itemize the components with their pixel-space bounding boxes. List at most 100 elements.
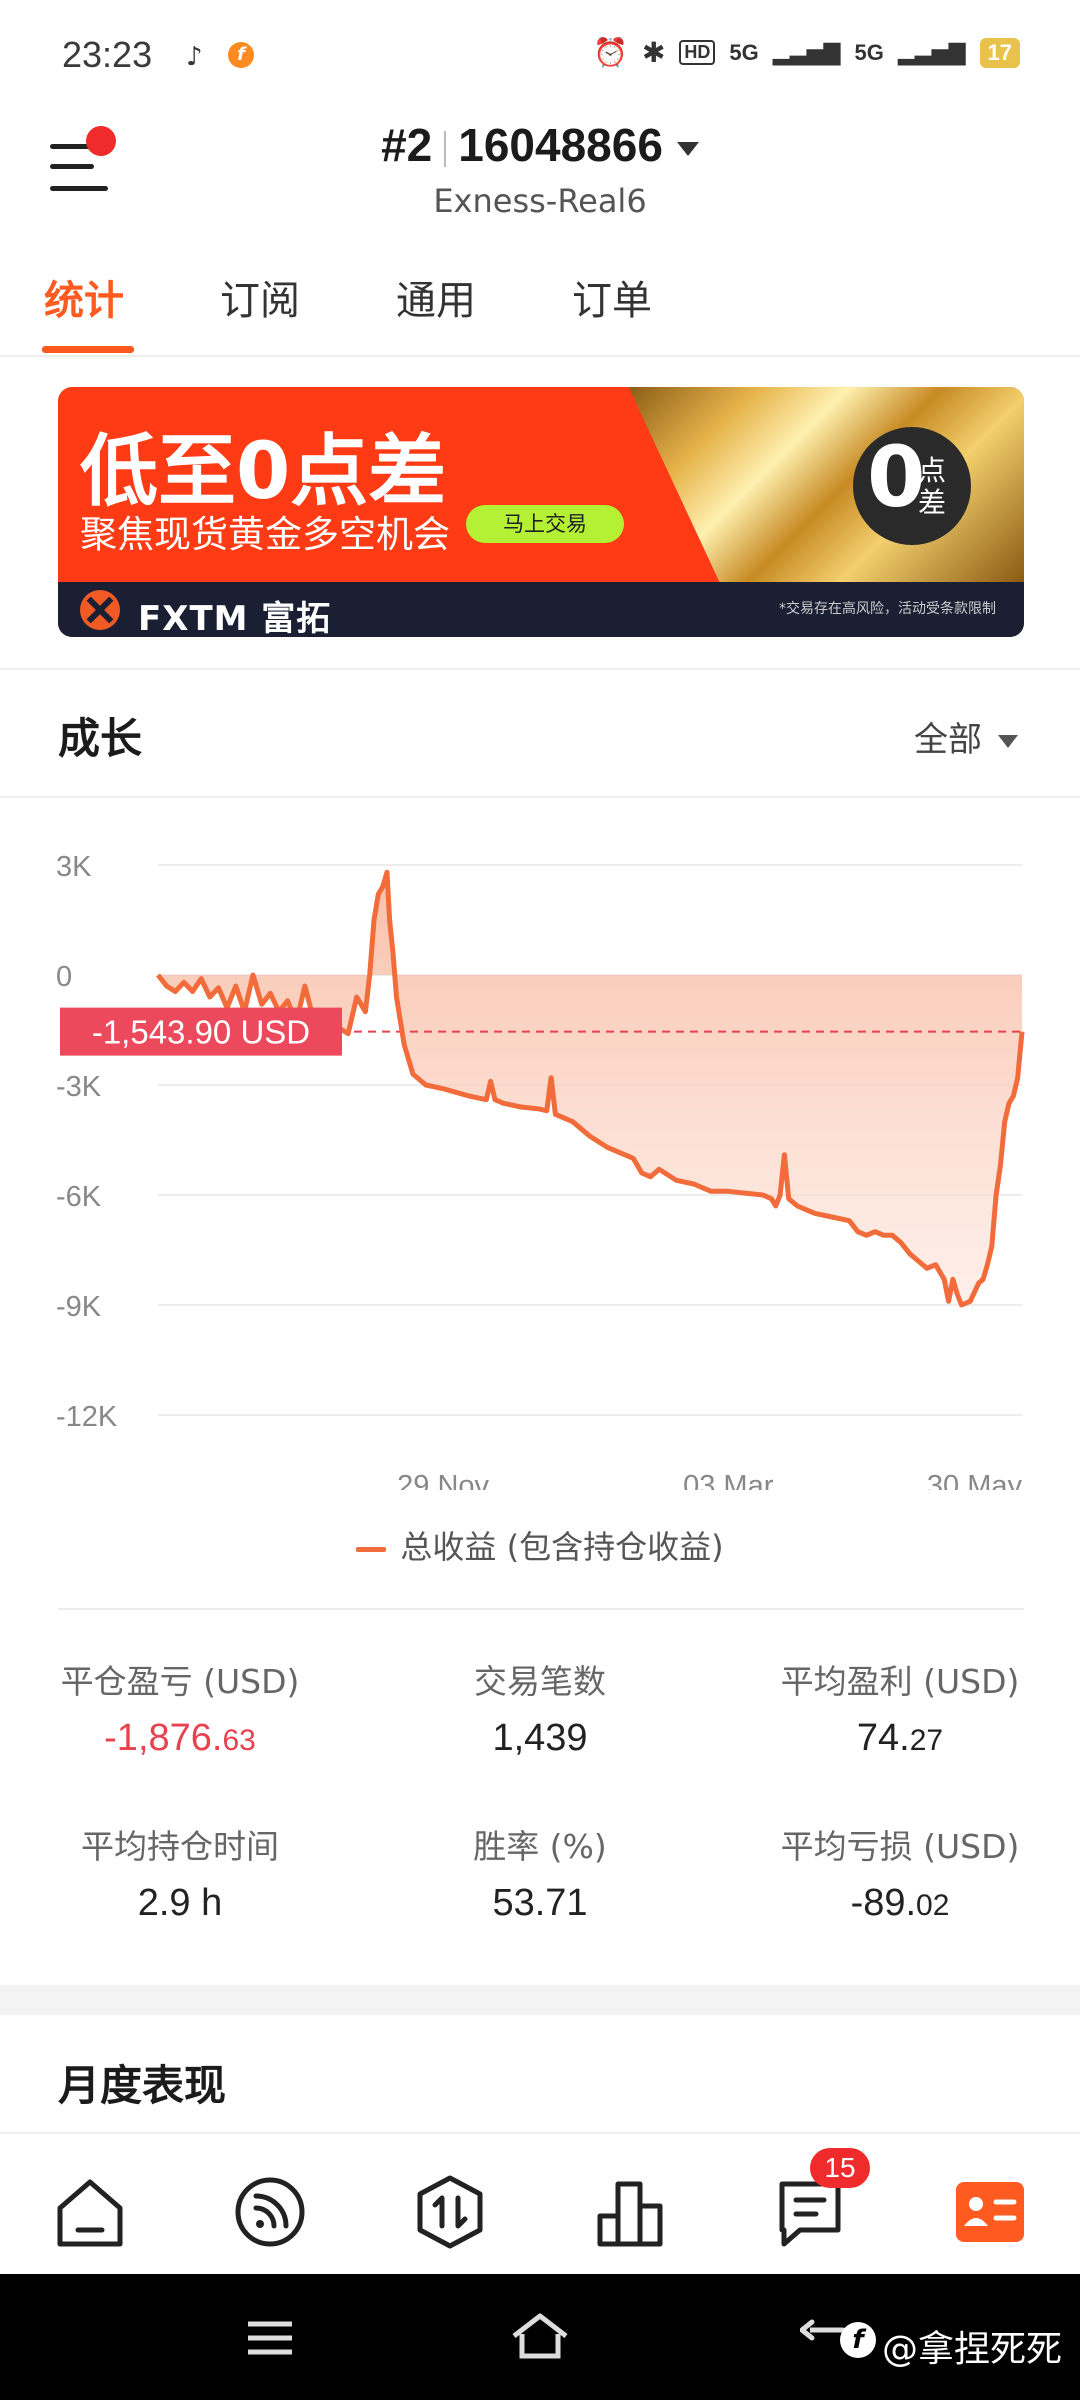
music-icon: ♪ bbox=[186, 42, 203, 72]
stat-win-rate: 胜率 (%) 53.71 bbox=[360, 1820, 720, 1925]
signal-icon: ▂▃▅▇ bbox=[897, 39, 966, 65]
tab-orders[interactable]: 订单 bbox=[572, 268, 652, 326]
feed-icon bbox=[235, 2177, 305, 2247]
divider bbox=[0, 668, 1080, 670]
tab-bar: 统计 订阅 通用 订单 bbox=[0, 268, 1080, 356]
app-f-icon: f bbox=[840, 2322, 876, 2358]
stat-label: 平均盈利 (USD) bbox=[780, 1662, 1020, 1701]
bluetooth-icon: ✱ bbox=[641, 37, 666, 68]
zero-spread-badge: 0 点差 bbox=[853, 427, 971, 545]
divider bbox=[0, 355, 1080, 357]
rank-icon bbox=[597, 2181, 663, 2247]
divider bbox=[58, 1608, 1024, 1610]
signal-icon: ▂▃▅▇ bbox=[772, 39, 841, 65]
alarm-icon: ⏰ bbox=[593, 37, 628, 68]
growth-filter-dropdown[interactable]: 全部 bbox=[914, 712, 1018, 761]
banner-subline: 聚焦现货黄金多空机会 bbox=[80, 513, 450, 556]
y-tick-label: -3K bbox=[56, 1071, 102, 1103]
bottom-nav: 15 bbox=[0, 2132, 1080, 2274]
growth-title: 成长 bbox=[58, 714, 143, 763]
stat-value: -89.02 bbox=[720, 1882, 1080, 1925]
network-label-2: 5G bbox=[854, 39, 884, 65]
nav-feed[interactable] bbox=[230, 2172, 310, 2252]
hd-icon: HD bbox=[679, 40, 716, 65]
banner-disclaimer: *交易存在高风险，活动受条款限制 bbox=[779, 601, 996, 617]
area-fill bbox=[158, 872, 1022, 1305]
chart-legend: 总收益 (包含持仓收益) bbox=[0, 1522, 1080, 1568]
x-tick-label: 30 May bbox=[927, 1470, 1023, 1490]
stat-value: 1,439 bbox=[360, 1717, 720, 1760]
stat-avg-hold-time: 平均持仓时间 2.9 h bbox=[0, 1820, 360, 1925]
home-button-icon[interactable] bbox=[510, 2312, 570, 2362]
stat-label: 交易笔数 bbox=[474, 1662, 606, 1701]
stat-value: 74.27 bbox=[720, 1717, 1080, 1760]
y-tick-label: -6K bbox=[56, 1181, 102, 1213]
growth-chart[interactable]: 3K 0 -3K -6K -9K -12K 29 Nov 03 Mar 30 May -1,543… bbox=[0, 830, 1080, 1490]
section-separator bbox=[0, 1985, 1080, 2015]
stat-label: 胜率 (%) bbox=[473, 1827, 607, 1866]
stat-value-main: 1,439 bbox=[492, 1717, 588, 1759]
monthly-performance-title: 月度表现 bbox=[58, 2061, 227, 2110]
divider bbox=[0, 796, 1080, 798]
nav-profile[interactable] bbox=[950, 2172, 1030, 2252]
stat-label: 平仓盈亏 (USD) bbox=[60, 1662, 300, 1701]
stat-value-decimals: 27 bbox=[909, 1724, 944, 1757]
nav-messages[interactable]: 15 bbox=[770, 2148, 870, 2252]
app-f-icon: f bbox=[228, 42, 254, 68]
banner-trade-button[interactable]: 马上交易 bbox=[466, 505, 624, 543]
messages-badge: 15 bbox=[810, 2148, 870, 2188]
stat-value-main: -89. bbox=[850, 1882, 917, 1924]
stat-value-decimals: 63 bbox=[222, 1724, 256, 1757]
fxtm-logo-icon bbox=[80, 590, 120, 630]
stat-value-decimals: 02 bbox=[916, 1889, 950, 1922]
legend-label: 总收益 (包含持仓收益) bbox=[400, 1528, 724, 1566]
y-tick-label: 0 bbox=[56, 961, 72, 993]
stat-value-main: 2.9 h bbox=[137, 1882, 223, 1924]
tab-active-indicator bbox=[42, 346, 134, 353]
tab-statistics[interactable]: 统计 bbox=[44, 268, 124, 326]
stat-value-main: 74. bbox=[856, 1717, 910, 1759]
nav-trade[interactable] bbox=[410, 2172, 490, 2252]
stat-value: -1,876.63 bbox=[0, 1717, 360, 1760]
home-icon bbox=[57, 2179, 123, 2247]
stat-closed-pnl: 平仓盈亏 (USD) -1,876.63 bbox=[0, 1655, 360, 1760]
tab-subscribe[interactable]: 订阅 bbox=[220, 268, 300, 326]
current-value-label: -1,543.90 USD bbox=[92, 1014, 310, 1051]
stat-label: 平均亏损 (USD) bbox=[780, 1827, 1020, 1866]
stat-label: 平均持仓时间 bbox=[81, 1827, 279, 1866]
account-number: 16048866 bbox=[458, 119, 663, 171]
y-tick-label: 3K bbox=[56, 851, 92, 883]
recent-apps-icon[interactable] bbox=[246, 2318, 294, 2358]
trade-icon bbox=[417, 2175, 483, 2249]
watermark-text: @拿捏死死 bbox=[881, 2329, 1062, 2370]
y-tick-label: -12K bbox=[56, 1401, 118, 1433]
growth-filter-label: 全部 bbox=[914, 720, 982, 760]
chevron-down-icon bbox=[998, 735, 1018, 748]
account-prefix: #2 bbox=[381, 119, 433, 171]
stat-value: 2.9 h bbox=[0, 1882, 360, 1925]
zero-small: 点差 bbox=[917, 454, 946, 519]
status-time: 23:23 bbox=[62, 34, 153, 75]
x-tick-label: 03 Mar bbox=[683, 1470, 774, 1490]
promo-banner[interactable]: 低至0点差 聚焦现货黄金多空机会 马上交易 0 点差 FXTM 富拓 *交易存在… bbox=[58, 387, 1024, 637]
profile-card-icon bbox=[956, 2182, 1024, 2242]
legend-swatch bbox=[356, 1546, 387, 1552]
stat-value-main: 53.71 bbox=[492, 1882, 588, 1924]
stat-avg-loss: 平均亏损 (USD) -89.02 bbox=[720, 1820, 1080, 1925]
stat-value: 53.71 bbox=[360, 1882, 720, 1925]
banner-footer: FXTM 富拓 *交易存在高风险，活动受条款限制 bbox=[58, 582, 1024, 637]
battery-icon: 17 bbox=[979, 37, 1020, 68]
network-label-1: 5G bbox=[729, 39, 759, 65]
account-selector[interactable]: #2 16048866 bbox=[0, 118, 1080, 172]
account-server: Exness-Real6 bbox=[433, 182, 647, 220]
stat-value-main: -1,876. bbox=[104, 1717, 223, 1759]
tab-general[interactable]: 通用 bbox=[396, 268, 476, 326]
nav-rank[interactable] bbox=[590, 2172, 670, 2252]
chevron-down-icon bbox=[676, 141, 699, 156]
stat-trade-count: 交易笔数 1,439 bbox=[360, 1655, 720, 1760]
brand-name: FXTM 富拓 bbox=[138, 599, 332, 637]
stat-avg-profit: 平均盈利 (USD) 74.27 bbox=[720, 1655, 1080, 1760]
y-tick-label: -9K bbox=[56, 1291, 102, 1323]
nav-home[interactable] bbox=[50, 2172, 130, 2252]
status-icons: ⏰ ✱ HD 5G ▂▃▅▇ 5G ▂▃▅▇ 17 bbox=[593, 36, 1020, 69]
